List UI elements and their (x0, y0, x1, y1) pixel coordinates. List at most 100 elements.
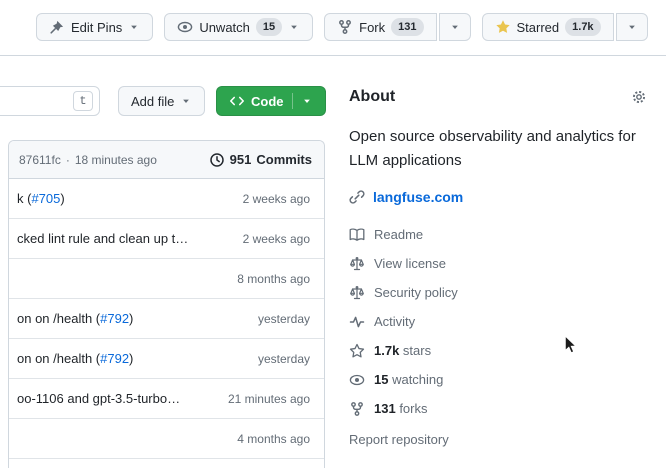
fork-label: Fork (359, 20, 385, 35)
commit-message: on on /health (#792) (17, 351, 133, 366)
book-icon (349, 227, 365, 243)
chevron-down-icon (180, 95, 192, 107)
code-icon (229, 93, 245, 109)
security-policy-link[interactable]: Security policy (349, 278, 657, 307)
table-row[interactable]: on on /health (#792) yesterday (9, 339, 324, 379)
commit-message-text: cked lint rule and clean up t… (17, 231, 188, 246)
edit-pins-label: Edit Pins (71, 20, 122, 35)
code-button-divider (292, 93, 293, 109)
about-item-label: 1.7k stars (374, 343, 431, 358)
commit-message: on on /health (#792) (17, 311, 133, 326)
add-file-button[interactable]: Add file (118, 86, 205, 116)
pulse-icon (349, 314, 365, 330)
fork-dropdown-button[interactable] (439, 13, 471, 41)
about-item-label: Activity (374, 314, 415, 329)
file-browser-table: 87611fc · 18 minutes ago 951 Commits k (… (8, 140, 325, 468)
forks-count-badge: 131 (391, 18, 423, 36)
unwatch-button[interactable]: Unwatch 15 (164, 13, 313, 41)
starred-button[interactable]: Starred 1.7k (482, 13, 614, 41)
github-repo-page: Edit Pins Unwatch 15 Fork 131 (0, 0, 666, 468)
eye-icon (177, 19, 193, 35)
table-row[interactable]: oo-1106 and gpt-3.5-turbo… 21 minutes ag… (9, 379, 324, 419)
commit-message-suffix: ) (129, 311, 133, 326)
commit-separator: · (66, 153, 70, 167)
commit-age: 2 weeks ago (233, 192, 310, 206)
table-row[interactable]: k (#705) 2 weeks ago (9, 179, 324, 219)
report-repository-link[interactable]: Report repository (349, 432, 657, 447)
commit-age: yesterday (248, 352, 310, 366)
commit-age: 4 months ago (227, 432, 310, 446)
gear-icon[interactable] (631, 89, 647, 105)
activity-link[interactable]: Activity (349, 307, 657, 336)
chevron-down-icon (288, 21, 300, 33)
table-row[interactable]: 8 months ago (9, 259, 324, 299)
chevron-down-icon (626, 21, 638, 33)
link-icon (349, 189, 365, 205)
commit-message-suffix: ) (60, 191, 64, 206)
history-icon (209, 152, 225, 168)
chevron-down-icon (301, 95, 313, 107)
commit-message: cked lint rule and clean up t… (17, 231, 188, 246)
table-row[interactable]: cked lint rule and clean up t… 2 weeks a… (9, 219, 324, 259)
eye-icon (349, 372, 365, 388)
commit-age: 8 months ago (227, 272, 310, 286)
law-icon (349, 285, 365, 301)
repo-action-toolbar: Edit Pins Unwatch 15 Fork 131 (36, 13, 648, 41)
fork-button[interactable]: Fork 131 (324, 13, 436, 41)
issue-link[interactable]: #792 (100, 351, 129, 366)
commit-time: 18 minutes ago (75, 153, 157, 167)
forks-link[interactable]: 131 forks (349, 394, 657, 423)
about-item-label: 15 watching (374, 372, 443, 387)
commits-count-label: Commits (256, 152, 312, 167)
watching-link[interactable]: 15 watching (349, 365, 657, 394)
table-row[interactable]: on on /health (#792) yesterday (9, 299, 324, 339)
issue-link[interactable]: #792 (100, 311, 129, 326)
about-item-label: Readme (374, 227, 423, 242)
chevron-down-icon (449, 21, 461, 33)
goto-shortcut-key: t (73, 91, 93, 111)
view-license-link[interactable]: View license (349, 249, 657, 278)
code-label: Code (251, 94, 284, 109)
fork-icon (337, 19, 353, 35)
unwatch-label: Unwatch (199, 20, 250, 35)
about-sidebar: About Open source observability and anal… (349, 88, 657, 447)
edit-pins-button[interactable]: Edit Pins (36, 13, 153, 41)
about-links-list: Readme View license Security policy Acti… (349, 220, 657, 423)
commit-age: yesterday (248, 312, 310, 326)
code-button[interactable]: Code (216, 86, 326, 116)
header-divider (0, 55, 666, 56)
website-link[interactable]: langfuse.com (373, 189, 463, 205)
commits-history-link[interactable]: 951 Commits (209, 152, 312, 168)
commit-age: 21 minutes ago (218, 392, 310, 406)
commit-hash[interactable]: 87611fc (19, 153, 61, 167)
about-item-label: View license (374, 256, 446, 271)
commit-age: 2 weeks ago (233, 232, 310, 246)
stars-count-badge: 1.7k (565, 18, 600, 36)
star-icon (349, 343, 365, 359)
star-button-group: Starred 1.7k (482, 13, 648, 41)
issue-link[interactable]: #705 (31, 191, 60, 206)
chevron-down-icon (128, 21, 140, 33)
latest-commit-bar: 87611fc · 18 minutes ago 951 Commits (9, 141, 324, 179)
table-row[interactable]: 4 months ago (9, 419, 324, 459)
about-item-label: Security policy (374, 285, 458, 300)
commit-message: k (#705) (17, 191, 65, 206)
go-to-file-input[interactable]: t (0, 86, 100, 116)
star-filled-icon (495, 19, 511, 35)
watchers-count-badge: 15 (256, 18, 282, 36)
commit-message-text: oo-1106 and gpt-3.5-turbo… (17, 391, 180, 406)
fork-button-group: Fork 131 (324, 13, 470, 41)
repo-website-row: langfuse.com (349, 189, 657, 205)
law-icon (349, 256, 365, 272)
stars-link[interactable]: 1.7k stars (349, 336, 657, 365)
commit-message-text: on on /health ( (17, 311, 100, 326)
commit-message: oo-1106 and gpt-3.5-turbo… (17, 391, 180, 406)
star-dropdown-button[interactable] (616, 13, 648, 41)
about-item-label: 131 forks (374, 401, 428, 416)
readme-link[interactable]: Readme (349, 220, 657, 249)
pin-icon (49, 19, 65, 35)
commit-message-text: k ( (17, 191, 31, 206)
commit-message-suffix: ) (129, 351, 133, 366)
about-title: About (349, 88, 657, 106)
commits-count: 951 (230, 152, 252, 167)
